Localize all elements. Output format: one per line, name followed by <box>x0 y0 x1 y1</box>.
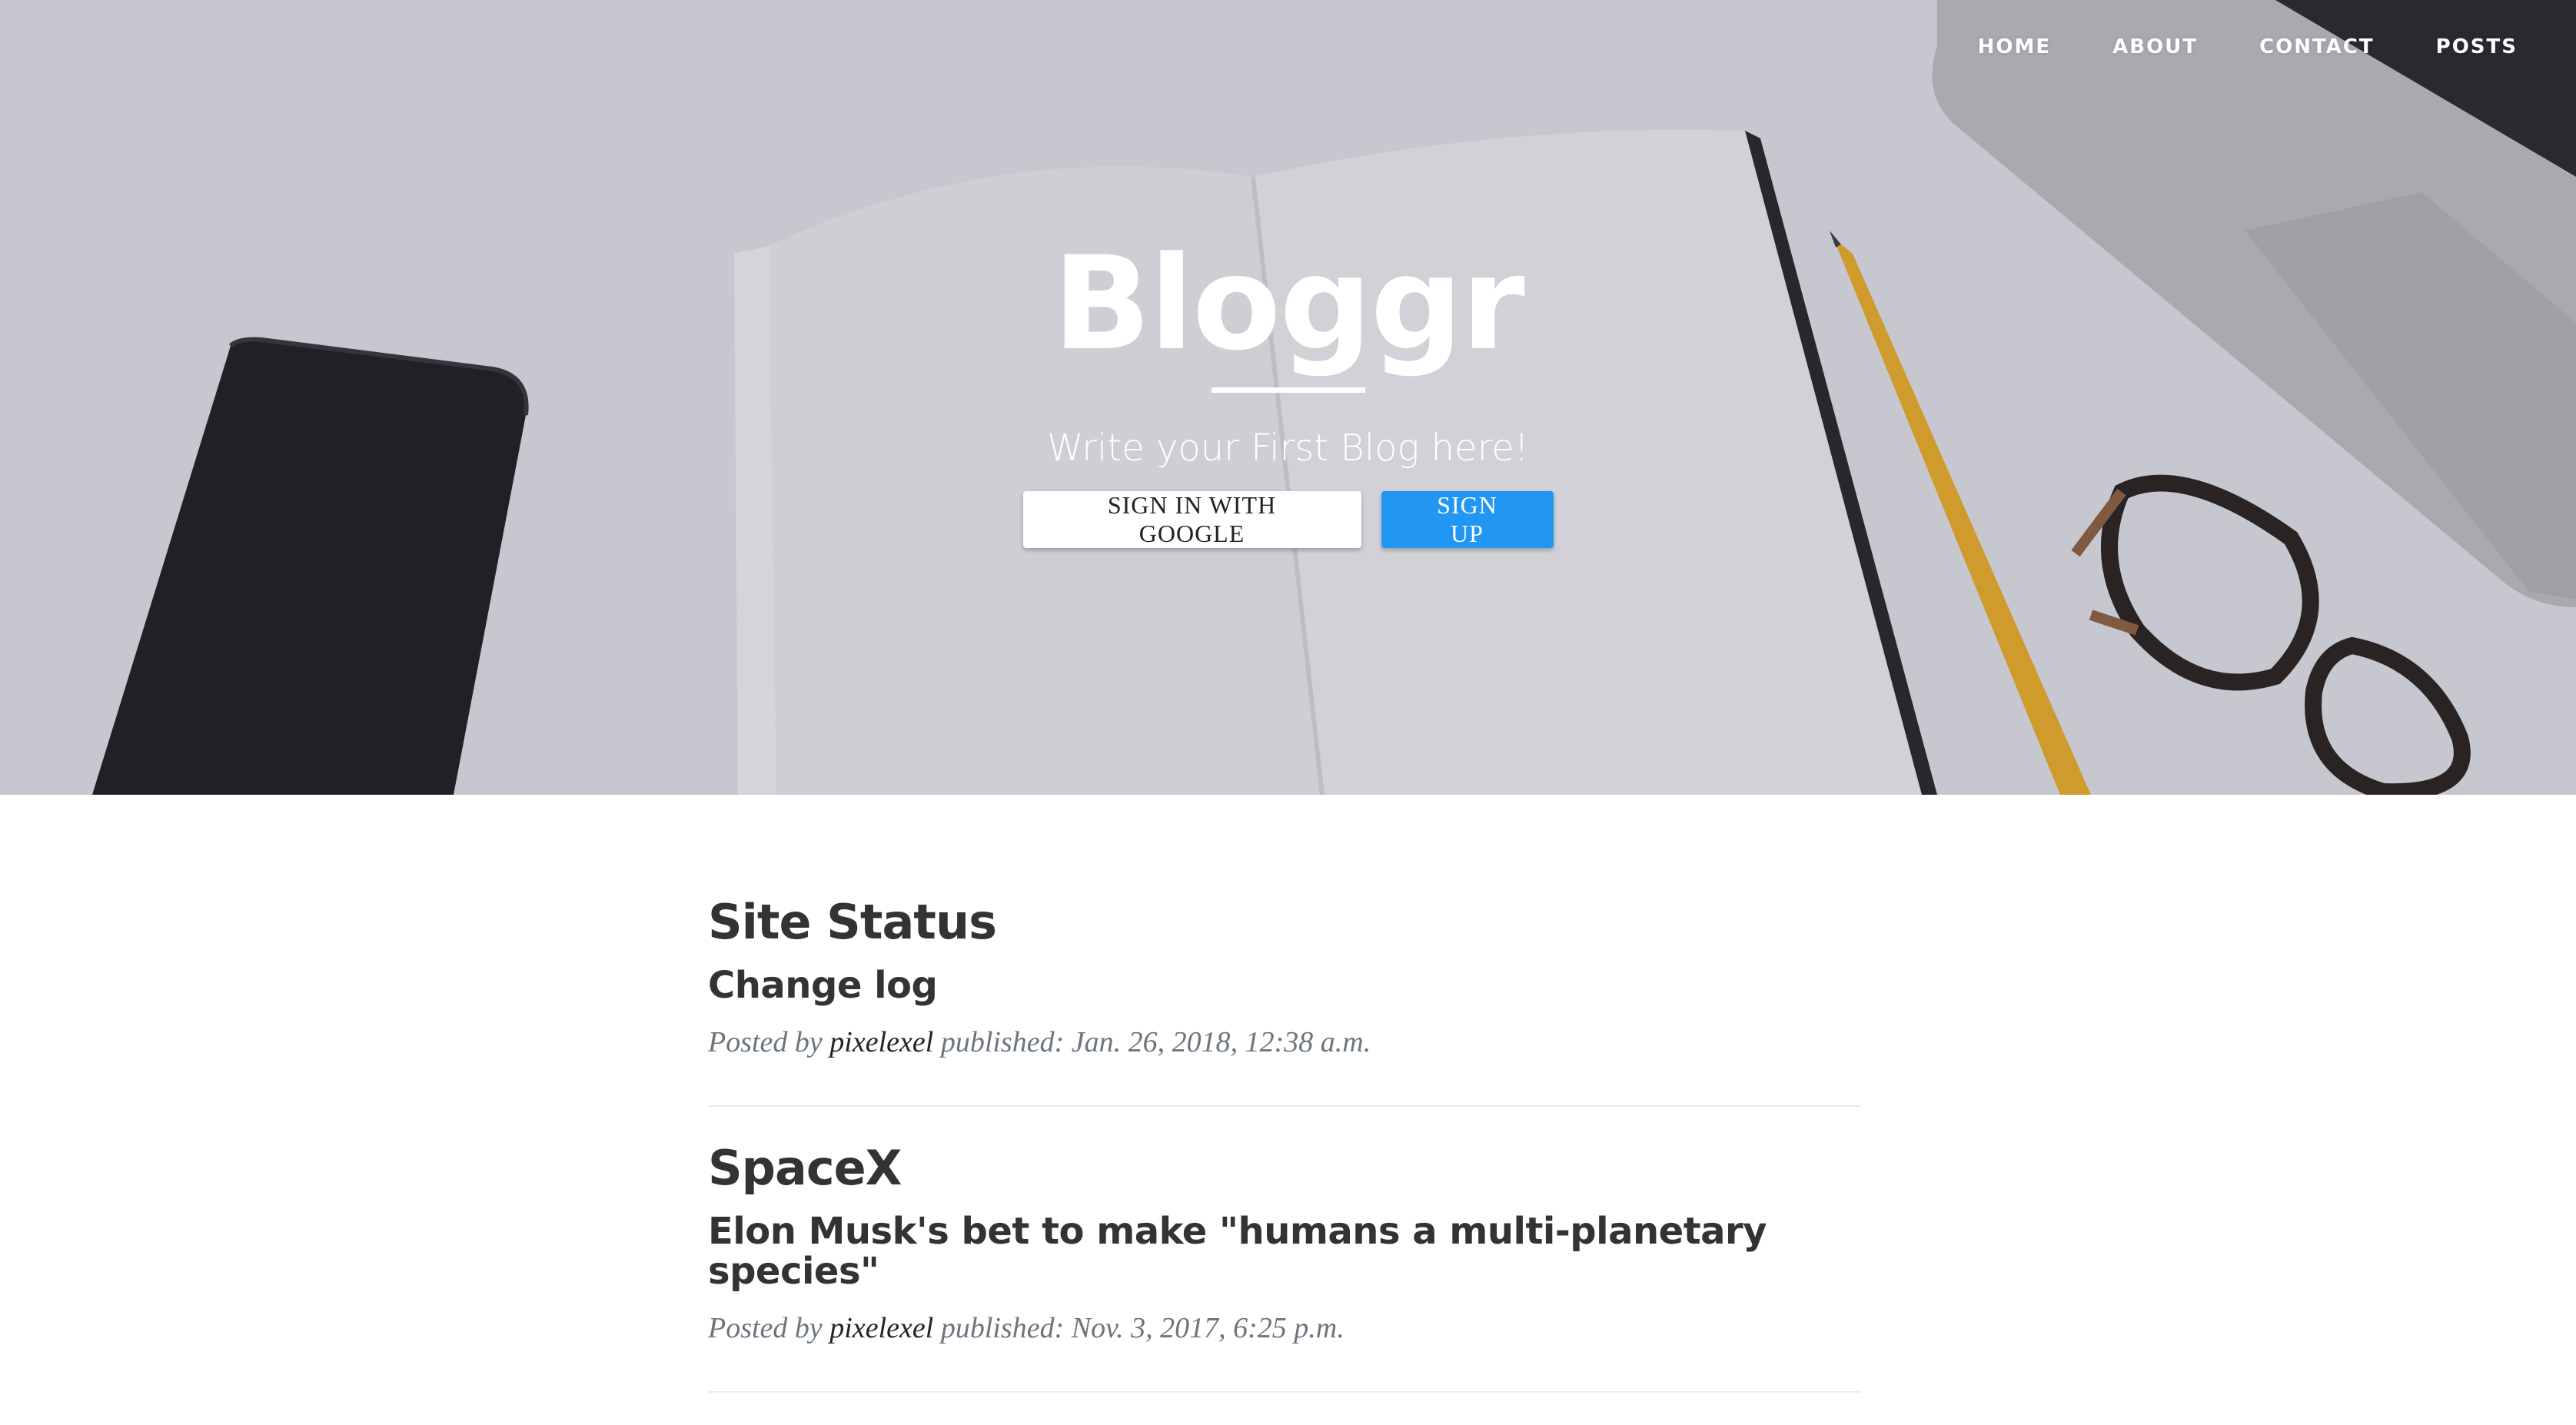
sign-up-button[interactable]: SIGN UP <box>1381 491 1554 548</box>
post-meta-date: published: Nov. 3, 2017, 6:25 p.m. <box>940 1312 1345 1344</box>
post-link[interactable]: Site Status Change log <box>708 892 1861 1005</box>
post-link[interactable]: SpaceX Elon Musk's bet to make "humans a… <box>708 1138 1861 1291</box>
post-preview: SpaceX Elon Musk's bet to make "humans a… <box>708 1138 1861 1393</box>
hero-header: Home About Contact Posts Bloggr Write yo… <box>0 0 2576 795</box>
cta-buttons: SIGN IN WITH GOOGLE SIGN UP <box>0 491 2576 548</box>
sign-in-google-button[interactable]: SIGN IN WITH GOOGLE <box>1022 491 1361 548</box>
nav-home-link[interactable]: Home <box>1947 35 2082 58</box>
nav-about-link[interactable]: About <box>2082 35 2229 58</box>
page: Home About Contact Posts Bloggr Write yo… <box>0 0 2576 1425</box>
title-divider <box>1211 387 1365 393</box>
post-meta: Posted by pixelexel published: Jan. 26, … <box>708 1025 1861 1059</box>
post-meta-prefix: Posted by <box>708 1312 823 1344</box>
post-meta-prefix: Posted by <box>708 1026 823 1058</box>
post-meta: Posted by pixelexel published: Nov. 3, 2… <box>708 1311 1861 1345</box>
main-nav: Home About Contact Posts <box>1947 0 2576 94</box>
post-list: Site Status Change log Posted by pixelex… <box>708 892 1861 1423</box>
nav-list: Home About Contact Posts <box>1947 35 2548 58</box>
post-subtitle: Change log <box>708 964 938 1007</box>
post-meta-date: published: Jan. 26, 2018, 12:38 a.m. <box>940 1026 1371 1058</box>
post-title: SpaceX <box>708 1140 902 1196</box>
post-title: Site Status <box>708 894 997 950</box>
post-preview: Site Status Change log Posted by pixelex… <box>708 892 1861 1107</box>
site-title: Bloggr <box>1052 228 1524 379</box>
site-subheading: Write your First Blog here! <box>1046 427 1530 470</box>
nav-contact-link[interactable]: Contact <box>2229 35 2405 58</box>
post-author-link[interactable]: pixelexel <box>829 1026 933 1058</box>
post-author-link[interactable]: pixelexel <box>829 1312 933 1344</box>
post-subtitle: Elon Musk's bet to make "humans a multi-… <box>708 1210 1767 1293</box>
nav-posts-link[interactable]: Posts <box>2405 35 2548 58</box>
site-heading: Bloggr Write your First Blog here! SIGN … <box>0 231 2576 548</box>
